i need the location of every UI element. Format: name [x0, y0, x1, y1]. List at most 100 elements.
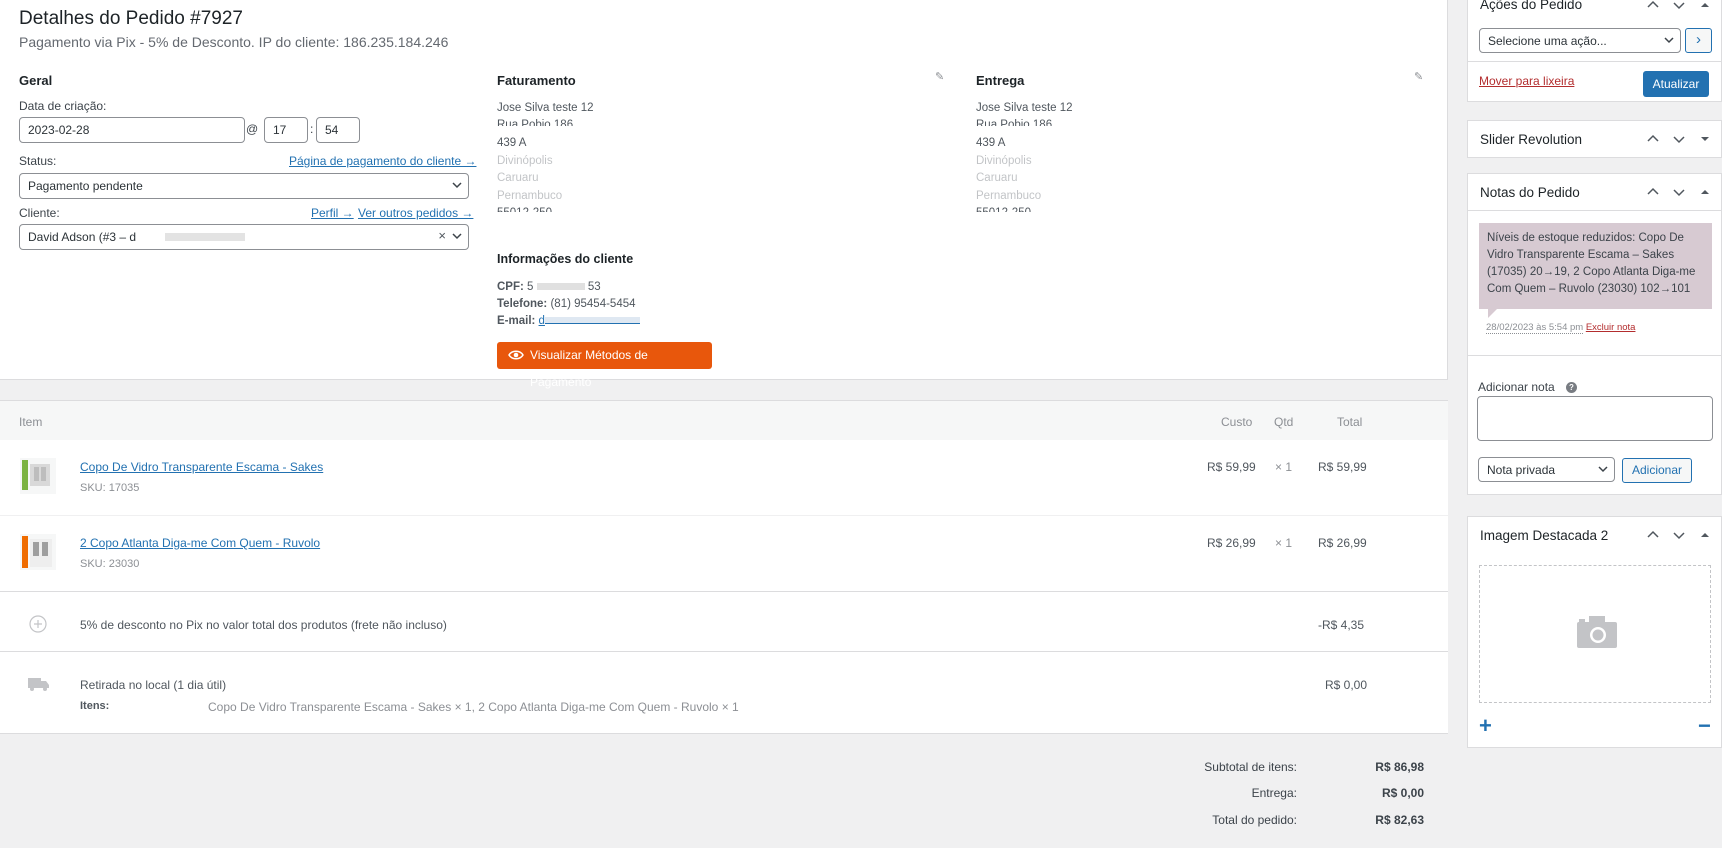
colon-separator: :: [310, 122, 314, 136]
divider: [1468, 61, 1721, 62]
col-item: Item: [19, 415, 43, 429]
edit-billing-pencil-icon[interactable]: ✎: [935, 70, 947, 83]
fee-row: 5% de desconto no Pix no valor total dos…: [0, 592, 1448, 652]
sku-value: 17035: [108, 482, 140, 494]
status-select[interactable]: Pagamento pendente: [19, 173, 469, 199]
expand-toggle-icon[interactable]: [1698, 132, 1712, 146]
chevron-up-icon[interactable]: [1646, 132, 1660, 146]
order-notes-title: Notas do Pedido: [1480, 185, 1580, 200]
items-table-header: Item Custo Qtd Total: [0, 400, 1448, 440]
clear-icon[interactable]: ×: [438, 229, 446, 243]
redacted-email: [165, 233, 245, 241]
delete-note-link[interactable]: Excluir nota: [1586, 322, 1636, 333]
item-qty: × 1: [1275, 460, 1293, 474]
shipping-line: 55012-250: [976, 207, 1031, 212]
product-thumbnail[interactable]: [20, 458, 56, 494]
camera-icon: [1577, 616, 1617, 648]
plus-circle-icon: [29, 615, 47, 633]
item-total: R$ 59,99: [1318, 460, 1367, 474]
shipping-line: Divinópolis: [976, 155, 1032, 167]
shipping-line: Pernambuco: [976, 190, 1042, 202]
update-button[interactable]: Atualizar: [1643, 71, 1709, 97]
shipping-total-label: Entrega:: [1251, 786, 1297, 800]
cpf-label: CPF:: [497, 281, 524, 293]
profile-link[interactable]: Perfil →: [311, 206, 354, 220]
chevron-down-icon[interactable]: [1672, 185, 1686, 199]
minute-input[interactable]: 54: [316, 117, 360, 143]
col-total: Total: [1337, 415, 1363, 429]
order-total-label: Total do pedido:: [1212, 813, 1297, 827]
redacted-cpf: [536, 283, 585, 290]
billing-heading: Faturamento: [497, 73, 576, 88]
apply-action-button[interactable]: ›: [1685, 28, 1712, 53]
chevron-up-icon[interactable]: [1646, 0, 1660, 12]
divider: [1468, 355, 1721, 356]
order-note: Níveis de estoque reduzidos: Copo De Vid…: [1479, 223, 1712, 309]
email-label: E-mail:: [497, 315, 536, 327]
sku-label: SKU:: [80, 482, 106, 494]
chevron-down-icon: [452, 182, 462, 189]
shipping-line: Caruaru: [976, 172, 1018, 184]
other-orders-link[interactable]: Ver outros pedidos →: [358, 206, 473, 220]
edit-shipping-pencil-icon[interactable]: ✎: [1414, 70, 1426, 83]
status-value: Pagamento pendente: [28, 179, 143, 193]
hour-input[interactable]: 17: [264, 117, 308, 143]
shipping-line: 439 A: [976, 137, 1006, 149]
collapse-toggle-icon[interactable]: [1698, 528, 1712, 542]
note-type-select[interactable]: Nota privada: [1478, 457, 1615, 482]
slider-revolution-header[interactable]: Slider Revolution: [1468, 121, 1721, 158]
shipping-line: Rua Pobio 186: [976, 119, 1053, 126]
order-action-select[interactable]: Selecione uma ação...: [1479, 28, 1681, 53]
shipping-method-label: Retirada no local (1 dia útil): [80, 678, 227, 692]
remove-image-minus-icon[interactable]: −: [1698, 713, 1711, 739]
chevron-down-icon: [1664, 37, 1674, 44]
customer-value: David Adson (#3 – d: [28, 230, 137, 244]
date-input[interactable]: 2023-02-28: [19, 117, 245, 143]
product-link[interactable]: Copo De Vidro Transparente Escama - Sake…: [80, 460, 323, 474]
cpf-value: 5: [527, 281, 534, 293]
chevron-up-icon[interactable]: [1646, 185, 1660, 199]
order-subtitle: Pagamento via Pix - 5% de Desconto. IP d…: [19, 34, 449, 50]
add-image-plus-icon[interactable]: +: [1479, 713, 1492, 739]
collapse-toggle-icon[interactable]: [1698, 0, 1712, 12]
add-note-textarea[interactable]: [1477, 396, 1713, 441]
item-total: R$ 26,99: [1318, 536, 1367, 550]
customer-select[interactable]: David Adson (#3 – d ×: [19, 224, 469, 250]
chevron-down-icon[interactable]: [1672, 0, 1686, 12]
help-icon[interactable]: ?: [1566, 382, 1577, 393]
chevron-up-icon[interactable]: [1646, 528, 1660, 542]
item-cost: R$ 59,99: [1207, 460, 1256, 474]
item-cost: R$ 26,99: [1207, 536, 1256, 550]
customer-payment-page-link[interactable]: Página de pagamento do cliente →: [289, 154, 476, 168]
sku-value: 23030: [108, 558, 140, 570]
move-to-trash-link[interactable]: Mover para lixeira: [1479, 74, 1574, 88]
billing-line: Jose Silva teste 12: [497, 102, 594, 114]
eye-icon: [508, 350, 524, 360]
add-note-button[interactable]: Adicionar: [1622, 458, 1692, 483]
billing-line: Caruaru: [497, 172, 539, 184]
shipping-items-label: Itens:: [80, 700, 110, 712]
product-link[interactable]: 2 Copo Atlanta Diga-me Com Quem - Ruvolo: [80, 536, 320, 550]
note-pointer: [1488, 309, 1497, 318]
slider-revolution-title: Slider Revolution: [1480, 132, 1583, 147]
chevron-down-icon: [1598, 466, 1608, 473]
col-cost: Custo: [1221, 415, 1253, 429]
subtotal-value: R$ 86,98: [1375, 760, 1424, 774]
collapse-toggle-icon[interactable]: [1698, 185, 1712, 199]
order-action-value: Selecione uma ação...: [1488, 34, 1607, 48]
featured-image-header[interactable]: Imagem Destacada 2: [1468, 517, 1721, 554]
add-note-label: Adicionar nota: [1478, 380, 1555, 394]
chevron-down-icon[interactable]: [1672, 132, 1686, 146]
slider-revolution-box: Slider Revolution: [1467, 120, 1722, 158]
col-qty: Qtd: [1274, 415, 1294, 429]
chevron-down-icon[interactable]: [1672, 528, 1686, 542]
note-date: 28/02/2023 às 5:54 pm: [1486, 322, 1584, 334]
cpf-end: 53: [587, 281, 601, 293]
view-payment-methods-button[interactable]: Visualizar Métodos de Pagamento: [497, 342, 712, 389]
product-sku: SKU: 23030: [80, 558, 139, 570]
image-dropzone[interactable]: [1479, 565, 1711, 703]
order-notes-header[interactable]: Notas do Pedido: [1468, 174, 1721, 211]
subtotal-label: Subtotal de itens:: [1204, 760, 1297, 774]
order-actions-box: Ações do Pedido Selecione uma ação... › …: [1467, 0, 1722, 102]
product-thumbnail[interactable]: [20, 534, 56, 570]
